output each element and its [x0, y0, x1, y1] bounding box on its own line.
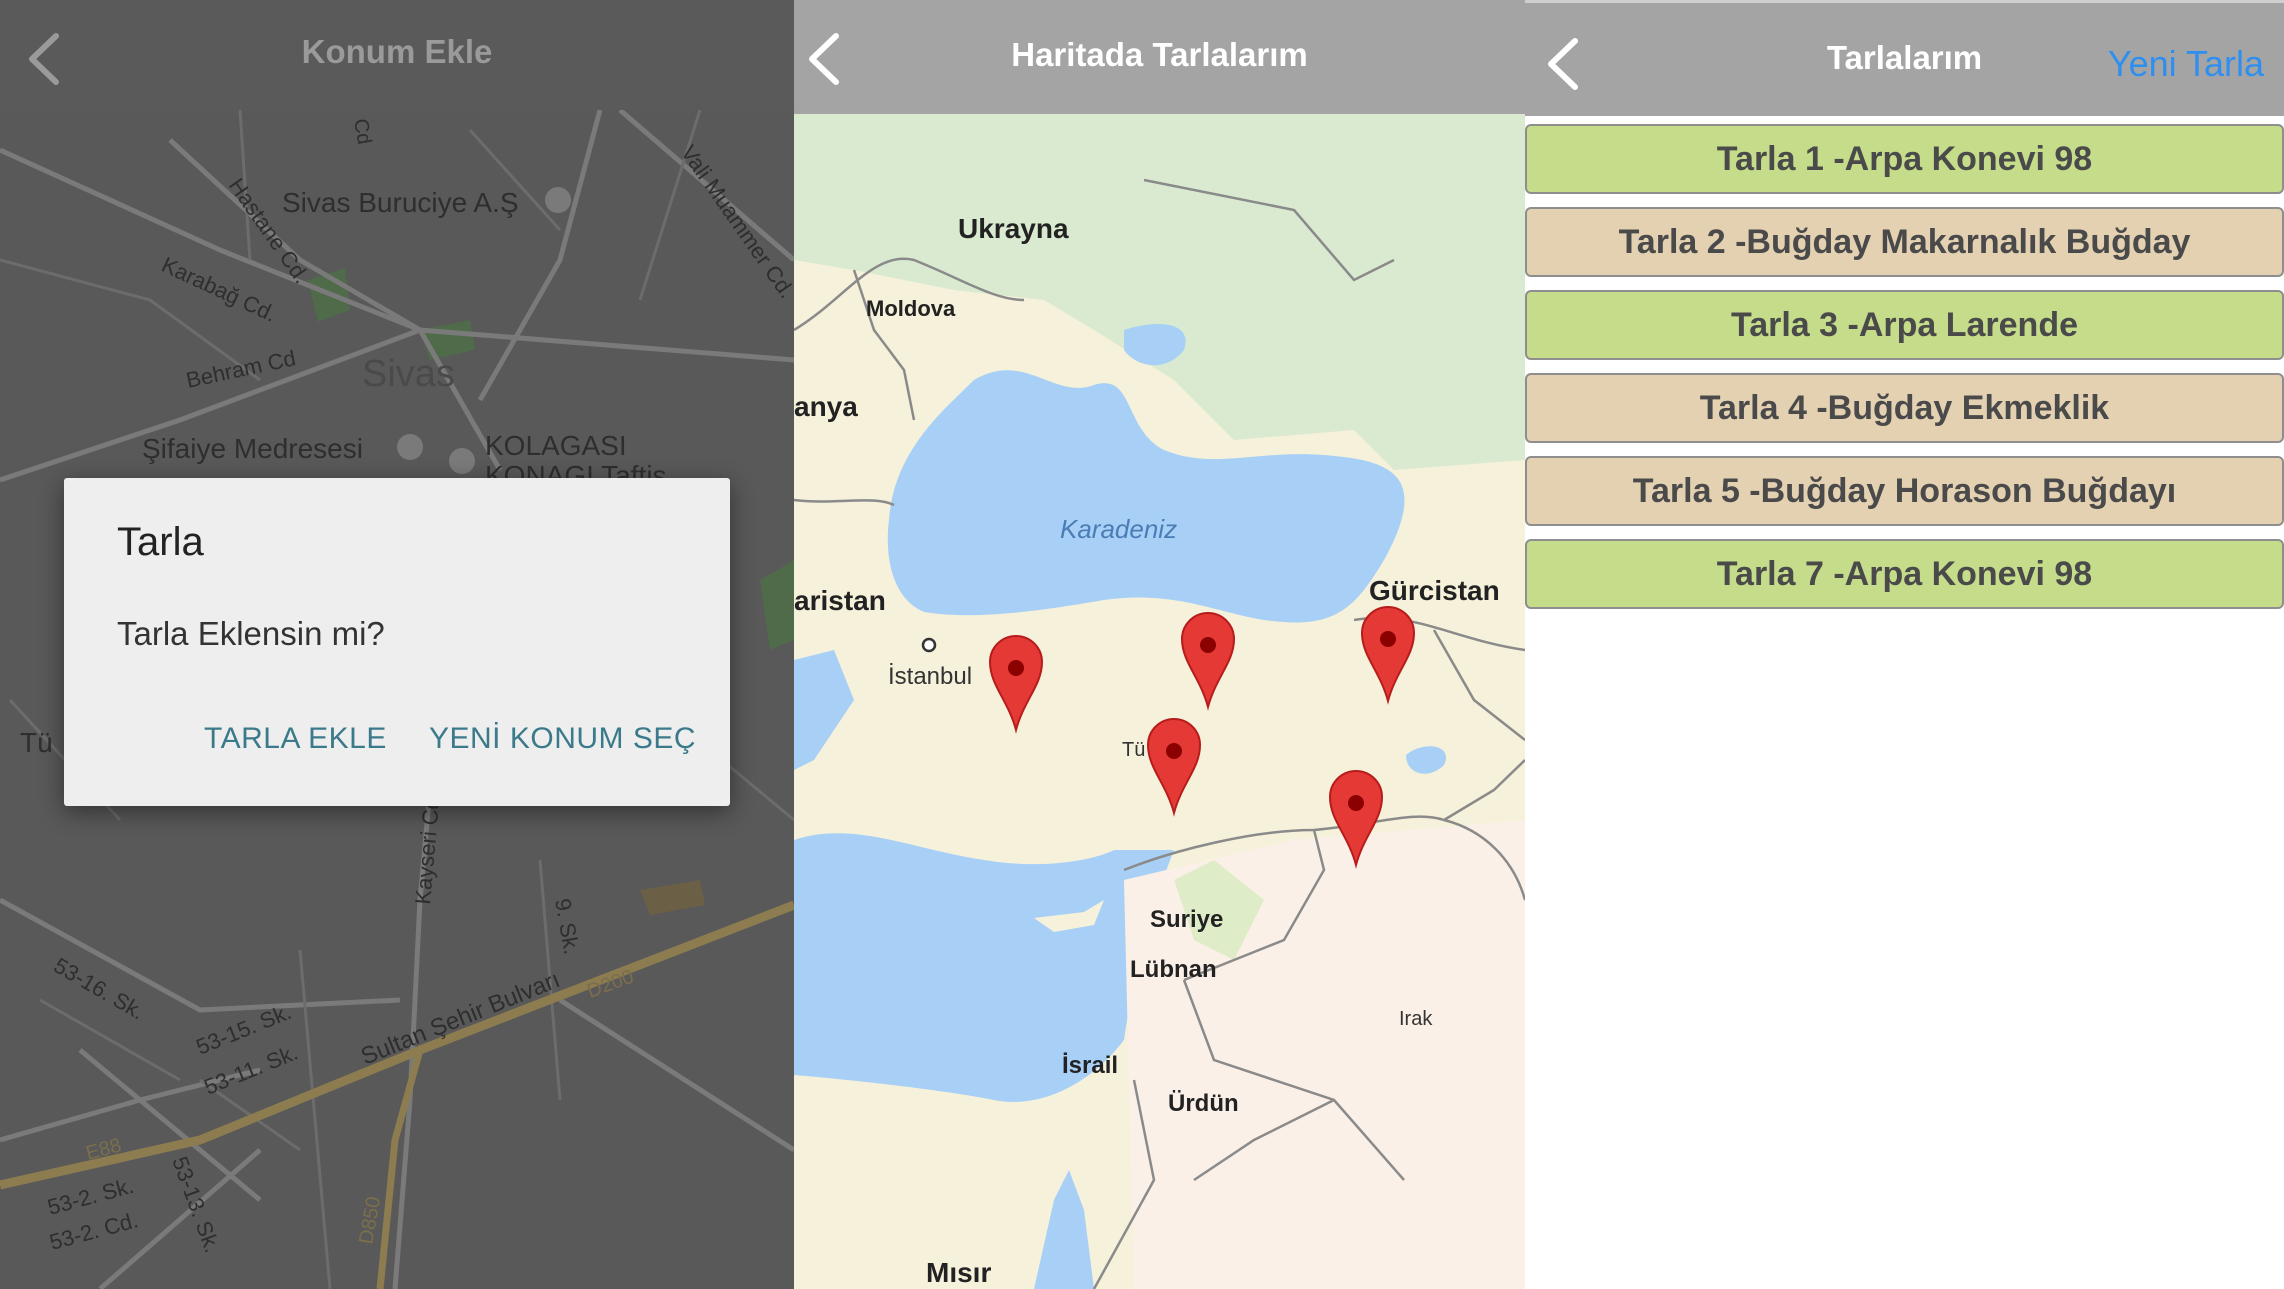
chevron-left-icon	[29, 33, 59, 85]
map-label: Tü	[1122, 739, 1145, 761]
navigation-bar: Haritada Tarlalarım	[794, 0, 1525, 114]
field-list: Tarla 1 -Arpa Konevi 98 Tarla 2 -Buğday …	[1525, 124, 2284, 622]
map-label: Ürdün	[1168, 1090, 1239, 1117]
map-label: anya	[794, 391, 858, 422]
map-label: Moldova	[866, 296, 956, 321]
back-button[interactable]	[18, 22, 78, 92]
map-label: Irak	[1399, 1008, 1433, 1030]
chevron-left-icon	[1548, 38, 1578, 90]
navigation-bar: Tarlalarım Yeni Tarla	[1525, 0, 2284, 116]
map-label: İstanbul	[888, 663, 972, 690]
page-title: Konum Ekle	[301, 33, 493, 70]
confirm-dialog: Tarla Tarla Eklensin mi? TARLA EKLE YENİ…	[64, 478, 730, 806]
region-map[interactable]: Ukrayna Moldova anya aristan Gürcistan S…	[794, 114, 1525, 1289]
dialog-title: Tarla	[117, 520, 204, 564]
page-title: Haritada Tarlalarım	[1011, 36, 1308, 73]
map-label: Gürcistan	[1369, 575, 1500, 606]
new-field-button[interactable]: Yeni Tarla	[2108, 43, 2264, 85]
add-location-screen: Konum Ekle Sivas Buruciye A.Ş Sivas Şifa…	[0, 0, 794, 1289]
map-label: aristan	[794, 585, 886, 616]
field-list-item[interactable]: Tarla 7 -Arpa Konevi 98	[1525, 539, 2284, 609]
back-button[interactable]	[1539, 27, 1599, 97]
map-label: Sivas Buruciye A.Ş	[282, 187, 519, 218]
map-label: Cd	[349, 117, 375, 146]
chevron-left-icon	[809, 33, 839, 85]
field-list-item[interactable]: Tarla 5 -Buğday Horason Buğdayı	[1525, 456, 2284, 526]
fields-list-screen: Tarlalarım Yeni Tarla Tarla 1 -Arpa Kone…	[1525, 0, 2284, 1289]
map-label: Mısır	[926, 1257, 991, 1288]
city-marker	[921, 637, 937, 653]
map-label: Lübnan	[1130, 956, 1217, 983]
back-button[interactable]	[800, 22, 860, 92]
fields-map-screen: Haritada Tarlalarım Ukrayna Moldova anya…	[794, 0, 1525, 1289]
choose-new-location-button[interactable]: YENİ KONUM SEÇ	[429, 722, 696, 756]
map-label: KOLAGASI	[485, 430, 627, 461]
map-label: Ukrayna	[958, 213, 1069, 244]
navigation-bar: Konum Ekle	[0, 0, 794, 112]
map-label: Tü	[20, 727, 53, 758]
map-label: Karadeniz	[1060, 514, 1177, 544]
dialog-message: Tarla Eklensin mi?	[117, 615, 385, 652]
field-list-item[interactable]: Tarla 1 -Arpa Konevi 98	[1525, 124, 2284, 194]
add-field-button[interactable]: TARLA EKLE	[204, 722, 387, 756]
map-label: Sivas	[362, 353, 455, 395]
field-list-item[interactable]: Tarla 4 -Buğday Ekmeklik	[1525, 373, 2284, 443]
field-list-item[interactable]: Tarla 2 -Buğday Makarnalık Buğday	[1525, 207, 2284, 277]
map-label: Şifaiye Medresesi	[142, 433, 363, 464]
field-list-item[interactable]: Tarla 3 -Arpa Larende	[1525, 290, 2284, 360]
map-label: Suriye	[1150, 906, 1223, 933]
map-label: İsrail	[1062, 1052, 1118, 1079]
